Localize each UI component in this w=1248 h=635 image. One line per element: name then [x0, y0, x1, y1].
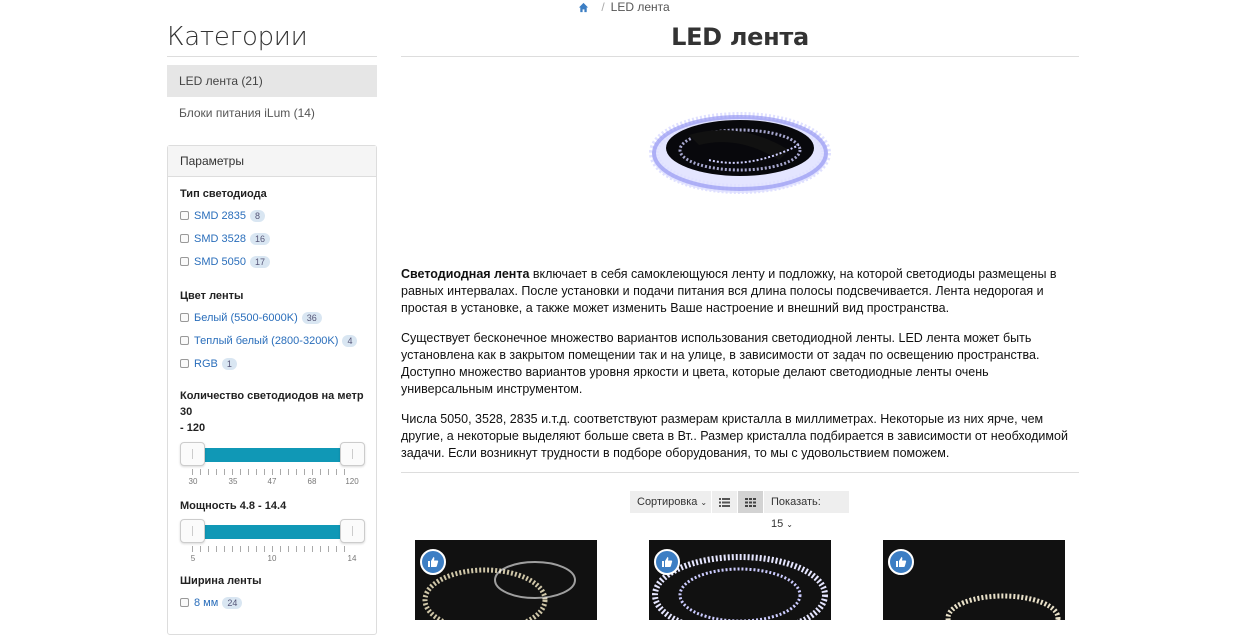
- option-label: Теплый белый (2800-3200K): [194, 335, 339, 347]
- sidebar: Категории LED лента (21) Блоки питания i…: [167, 20, 377, 635]
- categories-title: Категории: [167, 20, 377, 57]
- thumbs-up-icon[interactable]: [654, 549, 680, 575]
- filter-option-8mm[interactable]: 8 мм 24: [168, 592, 376, 615]
- home-icon[interactable]: [578, 2, 589, 13]
- filter-color-title: Цвет ленты: [180, 290, 244, 302]
- checkbox[interactable]: [180, 210, 189, 220]
- slider-label: 68: [307, 477, 317, 486]
- slider-track: [184, 525, 360, 539]
- description-bold: Светодиодная лента: [401, 267, 530, 281]
- breadcrumb: / LED лента: [0, 0, 1248, 14]
- grid-view-button[interactable]: [738, 491, 764, 513]
- filter-option-smd2835[interactable]: SMD 2835 8: [168, 205, 376, 228]
- parameters-title: Параметры: [168, 146, 376, 177]
- filter-option-rgb[interactable]: RGB 1: [168, 353, 376, 376]
- filter-led-type-title: Тип светодиода: [180, 188, 267, 200]
- sort-label: Сортировка: [637, 496, 698, 508]
- grid-icon: [745, 497, 756, 507]
- category-description: Светодиодная лента включает в себя самок…: [401, 266, 1079, 475]
- description-paragraph: Числа 5050, 3528, 2835 и.т.д. соответств…: [401, 412, 1068, 460]
- chevron-down-icon: ⌄: [786, 520, 793, 529]
- slider-label: 5: [190, 554, 196, 563]
- product-toolbar: Сортировка ⌄ Показать: 15 ⌄: [630, 491, 850, 530]
- slider-ticks: [192, 546, 352, 552]
- page-size-label: Показать: 15: [771, 496, 821, 530]
- checkbox[interactable]: [180, 358, 189, 368]
- filter-density-title: Количество светодиодов на метр 30- 120: [180, 390, 364, 434]
- count-badge: 1: [221, 358, 237, 371]
- slider-handle-min[interactable]: [180, 519, 205, 543]
- checkbox[interactable]: [180, 233, 189, 243]
- sort-dropdown[interactable]: Сортировка ⌄: [630, 491, 712, 513]
- chevron-down-icon: ⌄: [700, 498, 708, 507]
- slider-label: 120: [345, 477, 359, 486]
- filter-option-smd5050[interactable]: SMD 5050 17: [168, 251, 376, 274]
- slider-label: 10: [267, 554, 277, 563]
- checkbox[interactable]: [180, 335, 189, 345]
- thumbs-up-icon[interactable]: [420, 549, 446, 575]
- option-label: RGB: [194, 358, 218, 370]
- slider-handle-max[interactable]: [340, 519, 365, 543]
- filter-option-smd3528[interactable]: SMD 3528 16: [168, 228, 376, 251]
- count-badge: 17: [249, 256, 270, 269]
- category-led-strip[interactable]: LED лента (21): [167, 65, 377, 97]
- main-content: LED лента Светодиодная лента включает в …: [401, 20, 1079, 530]
- description-paragraph: Существует бесконечное множество вариант…: [401, 331, 1040, 396]
- filter-option-warm-white[interactable]: Теплый белый (2800-3200K) 4: [168, 330, 376, 353]
- option-label: SMD 2835: [194, 210, 246, 222]
- filter-option-white[interactable]: Белый (5500-6000K) 36: [168, 307, 376, 330]
- option-label: Белый (5500-6000K): [194, 312, 298, 324]
- led-strip-hero-image: [649, 112, 831, 194]
- filter-width-title: Ширина ленты: [180, 575, 262, 587]
- thumbs-up-icon[interactable]: [888, 549, 914, 575]
- list-icon: [719, 497, 730, 507]
- list-view-button[interactable]: [712, 491, 738, 513]
- slider-ticks: [192, 469, 352, 475]
- checkbox[interactable]: [180, 312, 189, 322]
- slider-track: [184, 448, 360, 462]
- category-power-supplies[interactable]: Блоки питания iLum (14): [167, 97, 377, 129]
- breadcrumb-separator: /: [601, 0, 605, 14]
- slider-handle-max[interactable]: [340, 442, 365, 466]
- slider-label: 35: [228, 477, 238, 486]
- count-badge: 24: [222, 597, 243, 610]
- description-paragraph: Светодиодная лента включает в себя самок…: [401, 266, 1079, 317]
- count-badge: 16: [249, 233, 270, 246]
- divider: [401, 472, 1079, 473]
- page-size-dropdown[interactable]: Показать: 15 ⌄: [764, 491, 850, 530]
- slider-label: 14: [347, 554, 357, 563]
- option-label: SMD 5050: [194, 256, 246, 268]
- filter-power-title: Мощность 4.8 - 14.4: [180, 500, 287, 512]
- page-title: LED лента: [401, 20, 1079, 57]
- option-label: SMD 3528: [194, 233, 246, 245]
- parameters-panel: Параметры Тип светодиода SMD 2835 8 SMD 3…: [167, 145, 377, 635]
- checkbox[interactable]: [180, 256, 189, 266]
- slider-label: 47: [267, 477, 277, 486]
- count-badge: 4: [342, 335, 358, 348]
- count-badge: 36: [301, 312, 322, 325]
- count-badge: 8: [249, 210, 265, 223]
- density-range-slider[interactable]: 30 35 47 68 120: [180, 442, 365, 486]
- option-label: 8 мм: [194, 597, 219, 609]
- power-range-slider[interactable]: 5 10 14: [180, 519, 365, 563]
- checkbox[interactable]: [180, 597, 189, 607]
- breadcrumb-current: LED лента: [610, 0, 670, 14]
- slider-label: 30: [188, 477, 198, 486]
- slider-handle-min[interactable]: [180, 442, 205, 466]
